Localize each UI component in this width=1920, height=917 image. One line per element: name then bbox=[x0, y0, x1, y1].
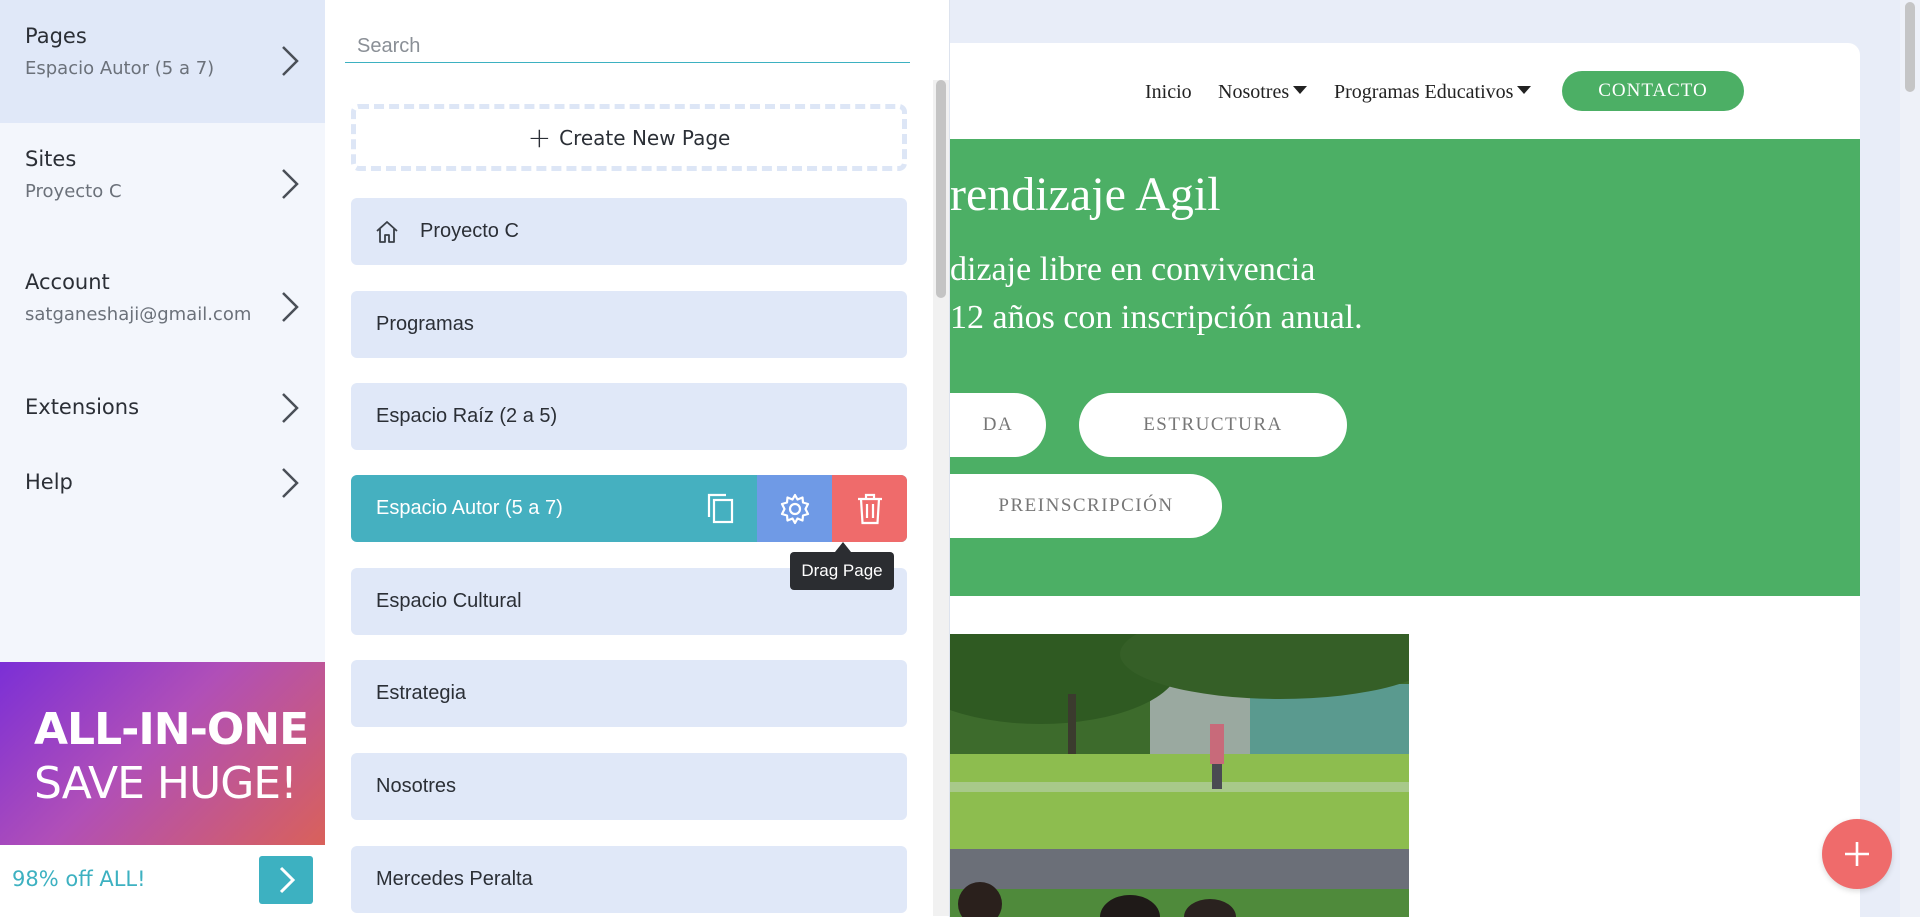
promo-offer-text: 98% off ALL! bbox=[12, 867, 146, 891]
site-preview: Inicio Nosotres Programas Educativos CON… bbox=[950, 43, 1860, 917]
page-item-label: Espacio Autor (5 a 7) bbox=[376, 497, 563, 519]
delete-page-button[interactable] bbox=[832, 475, 907, 542]
chevron-right-icon bbox=[282, 393, 299, 423]
page-item-espacio-autor[interactable]: Espacio Autor (5 a 7) bbox=[351, 475, 907, 542]
nav-link-label: Nosotres bbox=[1218, 81, 1290, 103]
pages-scrollbar[interactable] bbox=[933, 80, 949, 916]
duplicate-page-button[interactable] bbox=[682, 475, 757, 542]
plus-icon bbox=[1845, 842, 1869, 866]
page-scrollbar[interactable] bbox=[1900, 0, 1920, 917]
plus-icon: + bbox=[527, 120, 552, 154]
sidebar-item-help[interactable]: Help bbox=[0, 444, 325, 519]
add-element-button[interactable] bbox=[1822, 819, 1892, 889]
nav-link-label: Programas Educativos bbox=[1334, 81, 1514, 103]
promo-offer-bar: 98% off ALL! bbox=[0, 845, 325, 917]
nav-link-nosotros[interactable]: Nosotres bbox=[1218, 81, 1308, 104]
page-item-label: Nosotres bbox=[376, 775, 457, 797]
page-item-label: Espacio Cultural bbox=[376, 590, 522, 612]
pages-panel: + Create New Page Proyecto C Programas E… bbox=[325, 0, 950, 917]
page-item-proyecto-c[interactable]: Proyecto C bbox=[351, 198, 907, 265]
page-settings-button[interactable] bbox=[757, 475, 832, 542]
gear-icon bbox=[780, 493, 809, 524]
sidebar-item-sites[interactable]: Sites Proyecto C bbox=[0, 123, 325, 246]
park-photo-image bbox=[950, 634, 1409, 917]
promo-banner[interactable]: ALL-IN-ONE SAVE HUGE! bbox=[0, 662, 325, 845]
hero-button-da[interactable]: DA bbox=[950, 393, 1046, 457]
site-navbar: Inicio Nosotres Programas Educativos CON… bbox=[950, 43, 1860, 139]
caret-down-icon bbox=[1517, 86, 1532, 95]
page-item-label: Programas bbox=[376, 313, 474, 335]
page-item-label: Proyecto C bbox=[420, 220, 519, 242]
hero-text-line: 12 años con inscripción anual. bbox=[950, 299, 1363, 336]
home-icon bbox=[376, 220, 398, 243]
contact-button[interactable]: CONTACTO bbox=[1562, 71, 1744, 111]
page-item-label: Espacio Raíz (2 a 5) bbox=[376, 405, 558, 427]
hero-button-estructura[interactable]: ESTRUCTURA bbox=[1079, 393, 1347, 457]
page-item-nosotres[interactable]: Nosotres bbox=[351, 753, 907, 820]
search-input[interactable] bbox=[345, 20, 910, 63]
hero-section: rendizaje Agil dizaje libre en convivenc… bbox=[950, 139, 1860, 596]
hero-button-label: PREINSCRIPCIÓN bbox=[998, 495, 1174, 516]
page-item-label: Estrategia bbox=[376, 682, 467, 704]
promo-headline: ALL-IN-ONE bbox=[34, 704, 309, 755]
drag-page-tooltip: Drag Page bbox=[790, 542, 894, 590]
page-item-mercedes-peralta[interactable]: Mercedes Peralta bbox=[351, 846, 907, 913]
create-new-page-button[interactable]: + Create New Page bbox=[351, 104, 907, 171]
chevron-right-icon bbox=[279, 866, 296, 894]
hero-title: rendizaje Agil bbox=[950, 168, 1221, 221]
scrollbar-thumb[interactable] bbox=[1905, 2, 1915, 92]
hero-button-preinscripcion[interactable]: PREINSCRIPCIÓN bbox=[950, 474, 1222, 538]
create-new-page-label: Create New Page bbox=[559, 125, 731, 150]
scrollbar-thumb[interactable] bbox=[936, 80, 946, 298]
page-item-programas[interactable]: Programas bbox=[351, 291, 907, 358]
page-item-actions bbox=[682, 475, 907, 542]
hero-text-line: dizaje libre en convivencia bbox=[950, 251, 1316, 288]
page-item-estrategia[interactable]: Estrategia bbox=[351, 660, 907, 727]
settings-sidebar: Pages Espacio Autor (5 a 7) Sites Proyec… bbox=[0, 0, 325, 917]
chevron-right-icon bbox=[282, 292, 299, 322]
caret-down-icon bbox=[1293, 86, 1308, 95]
promo-subheadline: SAVE HUGE! bbox=[34, 758, 298, 809]
promo-go-button[interactable] bbox=[259, 856, 313, 904]
page-item-espacio-raiz[interactable]: Espacio Raíz (2 a 5) bbox=[351, 383, 907, 450]
chevron-right-icon bbox=[282, 169, 299, 199]
page-item-label: Mercedes Peralta bbox=[376, 868, 533, 890]
copy-icon bbox=[707, 493, 733, 523]
hero-photo bbox=[950, 634, 1409, 917]
nav-link-inicio[interactable]: Inicio bbox=[1145, 81, 1192, 104]
chevron-right-icon bbox=[282, 468, 299, 498]
sidebar-item-extensions[interactable]: Extensions bbox=[0, 369, 325, 444]
hero-button-label: DA bbox=[982, 414, 1014, 435]
trash-icon bbox=[857, 493, 882, 524]
nav-link-programas[interactable]: Programas Educativos bbox=[1334, 81, 1532, 104]
sidebar-item-pages[interactable]: Pages Espacio Autor (5 a 7) bbox=[0, 0, 325, 123]
chevron-right-icon bbox=[282, 46, 299, 76]
sidebar-item-account[interactable]: Account satganeshaji@gmail.com bbox=[0, 246, 325, 369]
